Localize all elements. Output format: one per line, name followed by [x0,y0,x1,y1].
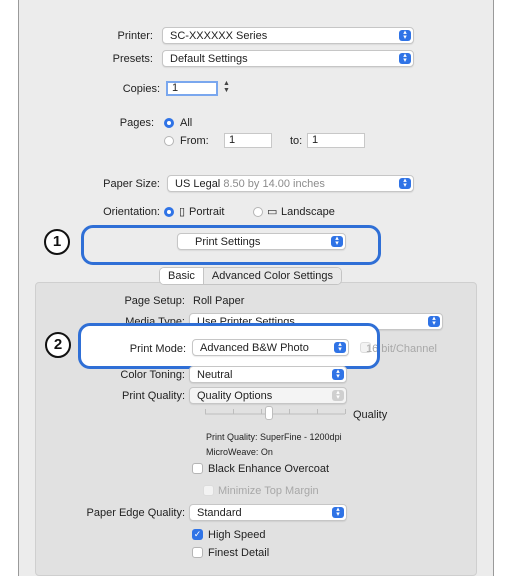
slider-tick [261,409,262,414]
slider-tick [233,409,234,414]
portrait-radio[interactable] [164,207,174,217]
copies-field[interactable]: 1 [166,81,218,96]
presets-popup[interactable]: Default Settings ▴ ▾ [162,50,414,67]
popup-arrows-icon: ▴ ▾ [399,177,411,189]
landscape-icon: ▭ [267,206,278,218]
printer-value: SC-XXXXXX Series [170,30,268,42]
microweave-info: MicroWeave: On [206,447,273,457]
pages-all-radio[interactable] [164,118,174,128]
paper-edge-value: Standard [197,507,242,519]
print-quality-label: Print Quality: [122,390,185,402]
popup-arrows-icon: ▴ ▾ [332,368,344,380]
callout-2-highlight [78,323,380,369]
presets-label: Presets: [112,53,153,65]
tab-basic[interactable]: Basic [160,268,203,284]
print-quality-popup[interactable]: Quality Options ▴ ▾ [189,387,347,404]
quality-slider-track[interactable] [205,413,345,415]
color-toning-value: Neutral [197,369,233,381]
portrait-icon: ▯ [179,206,186,218]
finest-detail-label: Finest Detail [208,547,270,559]
popup-arrows-icon: ▴ ▾ [332,506,344,518]
pages-from-radio[interactable] [164,136,174,146]
quality-slider-knob[interactable] [265,406,273,420]
pages-to-field[interactable]: 1 [307,133,365,148]
black-enhance-label: Black Enhance Overcoat [208,463,330,475]
pages-label: Pages: [119,117,154,129]
high-speed-checkbox[interactable]: ✓ [192,529,203,540]
slider-tick [317,409,318,414]
callout-1-highlight [81,225,381,265]
popup-arrows-icon: ▴ ▾ [399,29,411,41]
popup-arrows-icon: ▴ ▾ [332,389,344,401]
slider-tick [289,409,290,414]
printer-label: Printer: [117,30,153,42]
presets-value: Default Settings [170,53,248,65]
page-setup-label: Page Setup: [124,295,185,307]
paper-size-detail: 8.50 by 14.00 inches [223,178,325,190]
slider-tick [345,409,346,414]
portrait-label: Portrait [189,206,225,218]
slider-tick [205,409,206,414]
pages-from-field[interactable]: 1 [224,133,272,148]
paper-size-popup[interactable]: US Legal 8.50 by 14.00 inches ▴ ▾ [167,175,414,192]
paper-size-label: Paper Size: [103,178,160,190]
color-toning-popup[interactable]: Neutral ▴ ▾ [189,366,347,383]
copies-stepper-icon[interactable]: ▲ ▼ [222,80,231,96]
landscape-radio[interactable] [253,207,263,217]
minimize-margin-label: Minimize Top Margin [218,485,319,497]
paper-edge-label: Paper Edge Quality: [86,507,185,519]
print-quality-value: Quality Options [197,390,273,402]
copies-label: Copies: [122,83,160,95]
tab-bar: Basic Advanced Color Settings [159,267,342,285]
popup-arrows-icon: ▴ ▾ [399,52,411,64]
popup-arrows-icon: ▴ ▾ [428,315,440,327]
tab-advanced-color-settings[interactable]: Advanced Color Settings [202,268,341,284]
paper-size-value: US Legal [175,178,221,190]
high-speed-label: High Speed [208,529,266,541]
printer-popup[interactable]: SC-XXXXXX Series ▴ ▾ [162,27,414,44]
page-setup-value: Roll Paper [193,295,245,307]
color-toning-label: Color Toning: [120,369,185,381]
pages-from-label: From: [180,135,209,147]
black-enhance-checkbox[interactable] [192,463,203,474]
callout-1-number: 1 [44,229,70,255]
paper-edge-popup[interactable]: Standard ▴ ▾ [189,504,347,521]
callout-2-number: 2 [45,332,71,358]
pages-all-label: All [180,117,193,129]
orientation-label: Orientation: [103,206,160,218]
print-quality-info: Print Quality: SuperFine - 1200dpi [206,432,342,442]
quality-slider-label: Quality [353,409,388,421]
landscape-label: Landscape [281,206,335,218]
pages-to-label: to: [290,135,303,147]
finest-detail-checkbox[interactable] [192,547,203,558]
minimize-margin-checkbox[interactable] [203,485,214,496]
